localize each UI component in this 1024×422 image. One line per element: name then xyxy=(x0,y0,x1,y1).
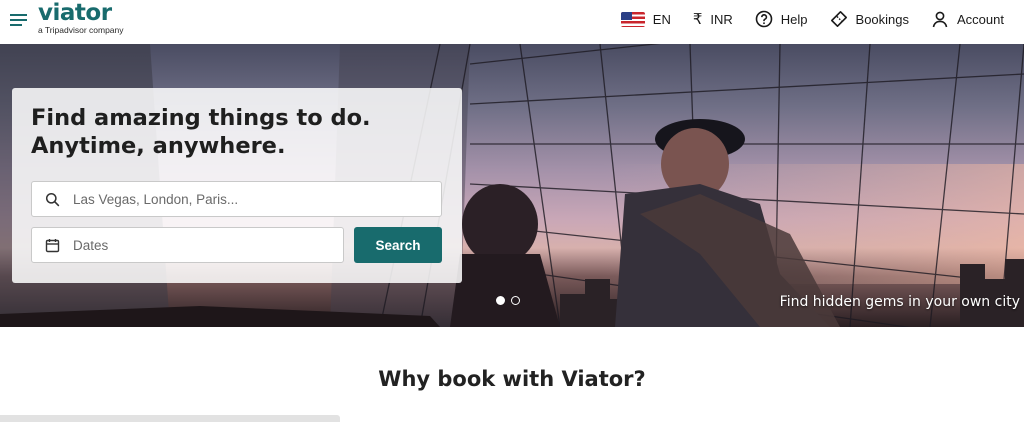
viator-logo[interactable]: viator a Tripadvisor company xyxy=(38,0,124,35)
destination-search-input[interactable]: Las Vegas, London, Paris... xyxy=(31,181,442,217)
us-flag-icon xyxy=(620,11,645,27)
account-link[interactable]: Account xyxy=(931,10,1004,28)
search-panel: Find amazing things to do. Anytime, anyw… xyxy=(12,88,462,283)
top-nav: EN ₹ INR Help Bookings Account xyxy=(599,8,1004,30)
language-selector[interactable]: EN xyxy=(620,11,671,27)
headline-line-2: Anytime, anywhere. xyxy=(31,133,286,159)
logo-wordmark: viator xyxy=(38,0,112,26)
search-button[interactable]: Search xyxy=(354,227,442,263)
search-icon xyxy=(45,191,61,207)
rupee-icon: ₹ xyxy=(692,10,703,28)
hero-banner: Find amazing things to do. Anytime, anyw… xyxy=(0,44,1024,327)
carousel-dot-2[interactable] xyxy=(511,296,520,305)
logo-tagline: a Tripadvisor company xyxy=(38,25,124,35)
currency-selector[interactable]: ₹ INR xyxy=(693,10,733,28)
content-card-edge xyxy=(0,415,340,422)
currency-label: INR xyxy=(710,11,733,27)
top-header: viator a Tripadvisor company EN ₹ INR He… xyxy=(0,0,1024,44)
dates-picker[interactable]: Dates xyxy=(31,227,344,263)
help-label: Help xyxy=(780,11,808,27)
account-icon xyxy=(931,10,949,28)
bookings-label: Bookings xyxy=(855,11,910,27)
hero-caption: Find hidden gems in your own city xyxy=(779,294,1020,310)
destination-placeholder: Las Vegas, London, Paris... xyxy=(73,191,239,207)
help-link[interactable]: Help xyxy=(755,10,808,28)
menu-icon xyxy=(10,14,27,26)
dates-placeholder: Dates xyxy=(73,237,109,253)
headline-line-1: Find amazing things to do. xyxy=(31,105,371,131)
menu-button[interactable] xyxy=(8,9,30,31)
account-label: Account xyxy=(957,11,1004,27)
carousel-dot-1[interactable] xyxy=(496,296,505,305)
language-label: EN xyxy=(652,11,671,27)
calendar-icon xyxy=(45,237,61,253)
hero-headline: Find amazing things to do. Anytime, anyw… xyxy=(31,104,451,160)
help-icon xyxy=(755,10,773,28)
bookings-icon xyxy=(830,10,848,28)
why-book-heading: Why book with Viator? xyxy=(378,367,646,391)
bookings-link[interactable]: Bookings xyxy=(830,10,909,28)
carousel-indicators xyxy=(496,296,526,305)
